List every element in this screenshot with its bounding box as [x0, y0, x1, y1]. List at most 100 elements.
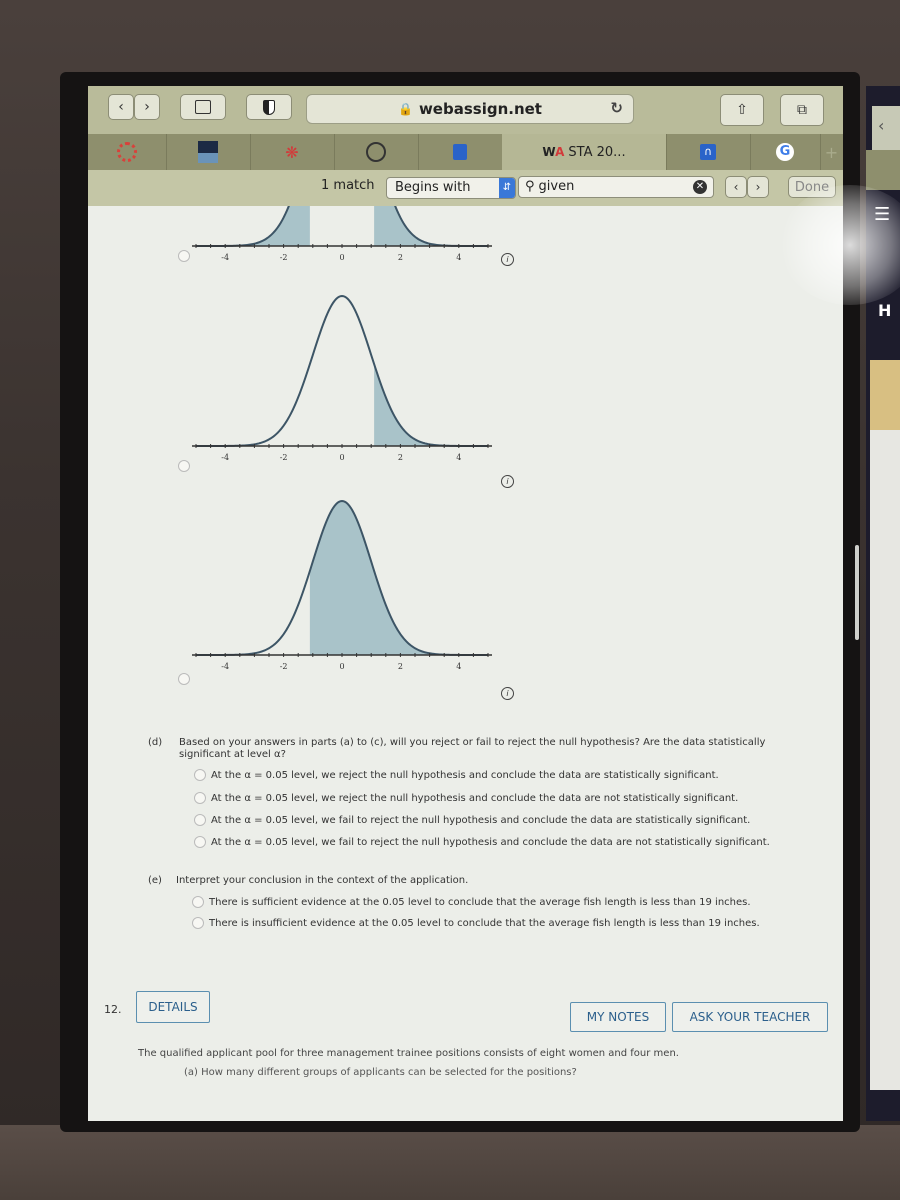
- tabs-overview-button[interactable]: ⧉: [780, 94, 824, 126]
- tick-label: 0: [339, 253, 344, 262]
- part-e-option-2[interactable]: There is insufficient evidence at the 0.…: [192, 917, 760, 929]
- adjacent-yellow-panel: [870, 360, 900, 430]
- part-d-option-2[interactable]: At the α = 0.05 level, we reject the nul…: [194, 792, 738, 804]
- tick-label: -4: [221, 453, 229, 462]
- question-12-text: The qualified applicant pool for three m…: [138, 1048, 679, 1059]
- tab-webassign[interactable]: WA STA 20...: [502, 134, 667, 170]
- tick-label: 2: [398, 662, 403, 671]
- match-count: 1 match: [321, 178, 375, 193]
- part-e-prompt: Interpret your conclusion in the context…: [176, 875, 469, 886]
- find-previous-button[interactable]: ‹: [725, 176, 747, 198]
- search-icon: ⚲: [525, 179, 535, 194]
- tick-label: 0: [339, 662, 344, 671]
- find-mode-value: Begins with: [395, 180, 471, 195]
- privacy-button[interactable]: [246, 94, 292, 120]
- red-ring-icon: [117, 142, 137, 162]
- tick-label: 4: [456, 662, 461, 671]
- radio-chart-option-3[interactable]: [178, 673, 190, 685]
- chevron-left-icon: ‹: [878, 116, 885, 135]
- clear-search-icon[interactable]: ✕: [693, 180, 707, 194]
- browser-toolbar: ‹ › 🔒 webassign.net ↻ ⇧ ⧉: [88, 86, 843, 134]
- tab-1[interactable]: [88, 134, 167, 170]
- find-mode-select[interactable]: Begins with ⇵: [386, 177, 516, 199]
- circle-logo-icon: [366, 142, 386, 162]
- find-next-button[interactable]: ›: [747, 176, 769, 198]
- lock-icon: 🔒: [398, 102, 413, 116]
- browser-window: ‹ › 🔒 webassign.net ↻ ⇧ ⧉ ❋ WA STA 20...…: [88, 86, 843, 1121]
- address-bar[interactable]: 🔒 webassign.net ↻: [306, 94, 634, 124]
- part-d-prompt-line2: significant at level α?: [179, 749, 286, 760]
- tabs-icon: ⧉: [797, 102, 807, 118]
- tab-2[interactable]: [166, 134, 251, 170]
- chevron-left-icon: ‹: [118, 99, 124, 115]
- forward-button[interactable]: ›: [134, 94, 160, 120]
- tick-label: 2: [398, 453, 403, 462]
- wave-icon: ∩: [700, 144, 716, 160]
- tick-label: -2: [280, 253, 288, 262]
- reload-icon[interactable]: ↻: [610, 99, 623, 117]
- option-text: There is insufficient evidence at the 0.…: [209, 917, 760, 929]
- page-content: -4 -2 0 2 4 i -4 -2 0 2 4 i -4 -2 0 2 4 i (d) Based …: [88, 86, 843, 1121]
- radio-button[interactable]: [192, 917, 204, 929]
- question-number: 12.: [104, 1003, 122, 1016]
- tab-label: STA 20...: [568, 144, 626, 160]
- chevron-right-icon: ›: [755, 180, 761, 194]
- chart-option-two-tailed: -4 -2 0 2 4: [168, 86, 528, 270]
- red-star-icon: ❋: [285, 142, 299, 162]
- part-d-option-3[interactable]: At the α = 0.05 level, we fail to reject…: [194, 814, 750, 826]
- blue-square-icon: [453, 144, 467, 160]
- tick-label: -2: [280, 453, 288, 462]
- part-e-option-1[interactable]: There is sufficient evidence at the 0.05…: [192, 896, 751, 908]
- tba-icon: [198, 141, 218, 163]
- info-icon[interactable]: i: [501, 475, 514, 488]
- normal-curve: [196, 294, 488, 447]
- radio-button[interactable]: [194, 814, 206, 826]
- radio-button[interactable]: [194, 836, 206, 848]
- radio-chart-option-1[interactable]: [178, 250, 190, 262]
- part-d-option-4[interactable]: At the α = 0.05 level, we fail to reject…: [194, 836, 770, 848]
- tick-label: -2: [280, 662, 288, 671]
- tick-label: 2: [398, 253, 403, 262]
- radio-button[interactable]: [194, 769, 206, 781]
- details-button[interactable]: DETAILS: [136, 991, 210, 1023]
- select-arrows-icon: ⇵: [499, 178, 515, 198]
- distribution-chart: -4 -2 0 2 4: [192, 499, 492, 671]
- my-notes-button[interactable]: MY NOTES: [570, 1002, 666, 1032]
- part-e-label: (e): [148, 875, 162, 886]
- tab-google[interactable]: G: [750, 134, 821, 170]
- part-d-label: (d): [148, 737, 163, 748]
- adjacent-heading-letter: H: [878, 301, 892, 320]
- tick-label: 4: [456, 253, 461, 262]
- url-text: webassign.net: [418, 100, 542, 118]
- new-tab-button[interactable]: +: [820, 134, 843, 170]
- tick-label: 4: [456, 453, 461, 462]
- radio-button[interactable]: [194, 792, 206, 804]
- google-icon: G: [776, 143, 794, 161]
- option-text: At the α = 0.05 level, we reject the nul…: [211, 792, 739, 804]
- chevron-left-icon: ‹: [733, 180, 739, 194]
- back-button[interactable]: ‹: [108, 94, 134, 120]
- shaded-region: [196, 131, 310, 246]
- tab-7[interactable]: ∩: [666, 134, 751, 170]
- radio-chart-option-2[interactable]: [178, 460, 190, 472]
- part-d-option-1[interactable]: At the α = 0.05 level, we reject the nul…: [194, 769, 719, 781]
- tab-5[interactable]: [418, 134, 503, 170]
- tab-bar: ❋ WA STA 20... ∩ G +: [88, 134, 843, 170]
- radio-button[interactable]: [192, 896, 204, 908]
- adjacent-window-toolbar: ‹: [872, 106, 900, 150]
- ask-your-teacher-button[interactable]: ASK YOUR TEACHER: [672, 1002, 828, 1032]
- chart-option-right-tail: -4 -2 0 2 4: [168, 286, 528, 480]
- distribution-chart: -4 -2 0 2 4: [192, 294, 492, 462]
- question-12-part-a: (a) How many different groups of applica…: [184, 1067, 577, 1078]
- info-icon[interactable]: i: [501, 253, 514, 266]
- tick-label: -4: [221, 662, 229, 671]
- desk-surface: [0, 1125, 900, 1200]
- info-icon[interactable]: i: [501, 687, 514, 700]
- sidebar-button[interactable]: [180, 94, 226, 120]
- find-search-input[interactable]: ⚲ given ✕: [518, 176, 714, 198]
- scrollbar-thumb[interactable]: [855, 545, 859, 640]
- tab-3[interactable]: ❋: [250, 134, 335, 170]
- share-button[interactable]: ⇧: [720, 94, 764, 126]
- tab-4[interactable]: [334, 134, 419, 170]
- chevron-right-icon: ›: [144, 99, 150, 115]
